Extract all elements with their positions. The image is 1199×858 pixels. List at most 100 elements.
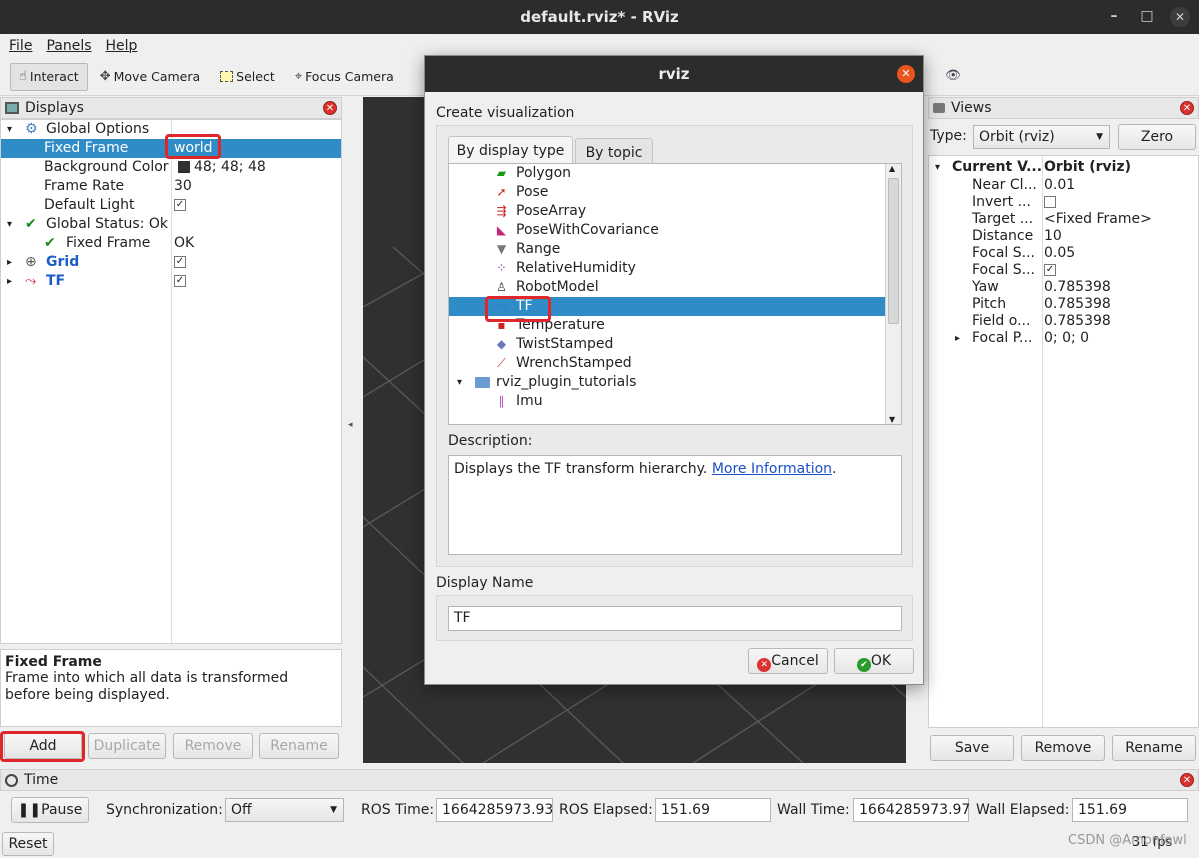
sync-select[interactable]: Off ▼ <box>225 798 344 822</box>
expand-icon[interactable]: ▾ <box>935 158 940 177</box>
expand-icon[interactable]: ▸ <box>7 253 12 272</box>
view-property-value[interactable]: 0.785398 <box>1044 296 1111 313</box>
view-property-value[interactable]: 0; 0; 0 <box>1044 330 1089 347</box>
current-view-value: Orbit (rviz) <box>1044 159 1131 175</box>
view-property-row[interactable]: Near Cl... 0.01 <box>929 177 1197 194</box>
list-item[interactable]: ➚ Pose <box>449 183 886 202</box>
view-type-select[interactable]: Orbit (rviz) ▼ <box>973 125 1110 149</box>
view-property-row[interactable]: Pitch 0.785398 <box>929 296 1197 313</box>
view-property-row[interactable]: Focal S... 0.05 <box>929 245 1197 262</box>
tab-by-topic[interactable]: By topic <box>575 138 653 166</box>
create-visualization-label: Create visualization <box>436 105 575 121</box>
close-icon[interactable]: ✕ <box>1180 101 1194 115</box>
close-icon[interactable]: ✕ <box>897 65 915 83</box>
global-status-row[interactable]: ▾ ✔ Global Status: Ok <box>1 215 341 234</box>
robot-icon: ♙ <box>496 280 507 294</box>
display-type-list[interactable]: ▰ Polygon ➚ Pose ⇶ PoseArray ◣ PoseWithCovarian… <box>448 163 902 425</box>
frame-rate-value[interactable]: 30 <box>174 177 192 196</box>
expand-icon[interactable]: ▸ <box>955 330 960 347</box>
watermark: CSDN @Amonfowl <box>1068 833 1187 848</box>
duplicate-button[interactable]: Duplicate <box>88 733 166 759</box>
expand-icon[interactable]: ▾ <box>7 120 12 139</box>
list-item[interactable]: ◆ TwistStamped <box>449 335 886 354</box>
focus-camera-tool[interactable]: ⌖ Focus Camera <box>287 63 402 91</box>
view-property-row[interactable]: ▸ Focal P... 0; 0; 0 <box>929 330 1197 347</box>
view-property-row[interactable]: Yaw 0.785398 <box>929 279 1197 296</box>
wall-time-field[interactable]: 1664285973.97 <box>853 798 970 822</box>
ok-button[interactable]: ✔ OK <box>834 648 914 674</box>
close-icon[interactable]: ✕ <box>1170 7 1190 27</box>
list-item[interactable]: ◣ PoseWithCovariance <box>449 221 886 240</box>
scrollbar[interactable]: ▲ ▼ <box>885 164 901 424</box>
view-property-row[interactable]: Target ... <Fixed Frame> <box>929 211 1197 228</box>
close-icon[interactable]: ✕ <box>323 101 337 115</box>
list-item[interactable]: ∥ Imu <box>449 392 886 411</box>
rename-button[interactable]: Rename <box>259 733 339 759</box>
ros-elapsed-field[interactable]: 151.69 <box>655 798 771 822</box>
reset-button[interactable]: Reset <box>2 832 54 856</box>
scroll-down-icon[interactable]: ▼ <box>889 415 895 424</box>
view-property-value[interactable]: 10 <box>1044 228 1062 245</box>
ros-time-field[interactable]: 1664285973.93 <box>436 798 553 822</box>
grid-row[interactable]: ▸ ⊕ Grid ✓ <box>1 253 341 272</box>
view-property-label: Target ... <box>972 211 1034 227</box>
tf-checkbox[interactable]: ✓ <box>174 275 186 287</box>
pause-button[interactable]: ❚❚Pause <box>11 797 89 823</box>
interact-tool[interactable]: ☝ Interact <box>10 62 88 91</box>
list-item[interactable]: ♙ RobotModel <box>449 278 886 297</box>
cancel-button[interactable]: ✕ Cancel <box>748 648 828 674</box>
list-item[interactable]: ⁘ RelativeHumidity <box>449 259 886 278</box>
view-property-value[interactable]: 0.01 <box>1044 177 1075 194</box>
background-color-value[interactable]: 48; 48; 48 <box>194 158 266 177</box>
grid-checkbox[interactable]: ✓ <box>174 256 186 268</box>
expand-icon[interactable]: ▾ <box>457 373 462 392</box>
frame-rate-row[interactable]: Frame Rate 30 <box>1 177 341 196</box>
status-fixed-frame-label: Fixed Frame <box>66 235 151 251</box>
current-view-row[interactable]: ▾ Current V... Orbit (rviz) <box>929 158 1197 177</box>
default-light-checkbox[interactable]: ✓ <box>174 199 186 211</box>
remove-button[interactable]: Remove <box>173 733 253 759</box>
more-information-link[interactable]: More Information <box>712 461 832 477</box>
view-property-row[interactable]: Invert ... <box>929 194 1197 211</box>
status-fixed-frame-row[interactable]: ✔ Fixed Frame OK <box>1 234 341 253</box>
rename-view-button[interactable]: Rename <box>1112 735 1196 761</box>
expand-icon[interactable]: ▸ <box>7 272 12 291</box>
view-property-row[interactable]: Focal S... ✓ <box>929 262 1197 279</box>
close-icon[interactable]: ✕ <box>1180 773 1194 787</box>
minimize-icon[interactable]: – <box>1104 8 1124 24</box>
splitter-arrow-icon[interactable]: ◂ <box>348 420 353 430</box>
expand-icon[interactable]: ▾ <box>7 215 12 234</box>
scroll-thumb[interactable] <box>888 178 899 324</box>
list-item[interactable]: ▰ Polygon <box>449 164 886 183</box>
list-item[interactable]: ⇶ PoseArray <box>449 202 886 221</box>
view-property-row[interactable]: Distance 10 <box>929 228 1197 245</box>
save-view-button[interactable]: Save <box>930 735 1014 761</box>
view-property-value[interactable]: 0.785398 <box>1044 313 1111 330</box>
default-light-row[interactable]: Default Light ✓ <box>1 196 341 215</box>
focal-shape-checkbox[interactable]: ✓ <box>1044 264 1056 276</box>
menu-panels[interactable]: Panels <box>46 38 91 54</box>
move-camera-tool[interactable]: ✥ Move Camera <box>92 63 208 91</box>
view-property-value[interactable]: 0.785398 <box>1044 279 1111 296</box>
plugin-folder-item[interactable]: ▾ rviz_plugin_tutorials <box>449 373 886 392</box>
eye-icon[interactable]: 👁 <box>945 67 961 83</box>
menu-file[interactable]: File <box>9 38 32 54</box>
background-color-row[interactable]: Background Color 48; 48; 48 <box>1 158 341 177</box>
remove-view-button[interactable]: Remove <box>1021 735 1105 761</box>
view-property-value[interactable]: <Fixed Frame> <box>1044 211 1152 228</box>
maximize-icon[interactable]: □ <box>1137 8 1157 24</box>
tf-row[interactable]: ▸ ⤳ TF ✓ <box>1 272 341 291</box>
select-tool[interactable]: Select <box>212 63 283 91</box>
view-property-value[interactable]: 0.05 <box>1044 245 1075 262</box>
list-item[interactable]: ▼ Range <box>449 240 886 259</box>
views-tree: ▾ Current V... Orbit (rviz) Near Cl... 0.… <box>928 155 1199 728</box>
scroll-up-icon[interactable]: ▲ <box>889 164 895 173</box>
menu-help[interactable]: Help <box>106 38 138 54</box>
wall-elapsed-field[interactable]: 151.69 <box>1072 798 1188 822</box>
list-item[interactable]: ⟋ WrenchStamped <box>449 354 886 373</box>
invert-checkbox[interactable] <box>1044 196 1056 208</box>
display-name-input[interactable]: TF <box>448 606 902 631</box>
zero-button[interactable]: Zero <box>1118 124 1196 150</box>
tab-by-display-type[interactable]: By display type <box>448 136 573 166</box>
view-property-row[interactable]: Field o... 0.785398 <box>929 313 1197 330</box>
